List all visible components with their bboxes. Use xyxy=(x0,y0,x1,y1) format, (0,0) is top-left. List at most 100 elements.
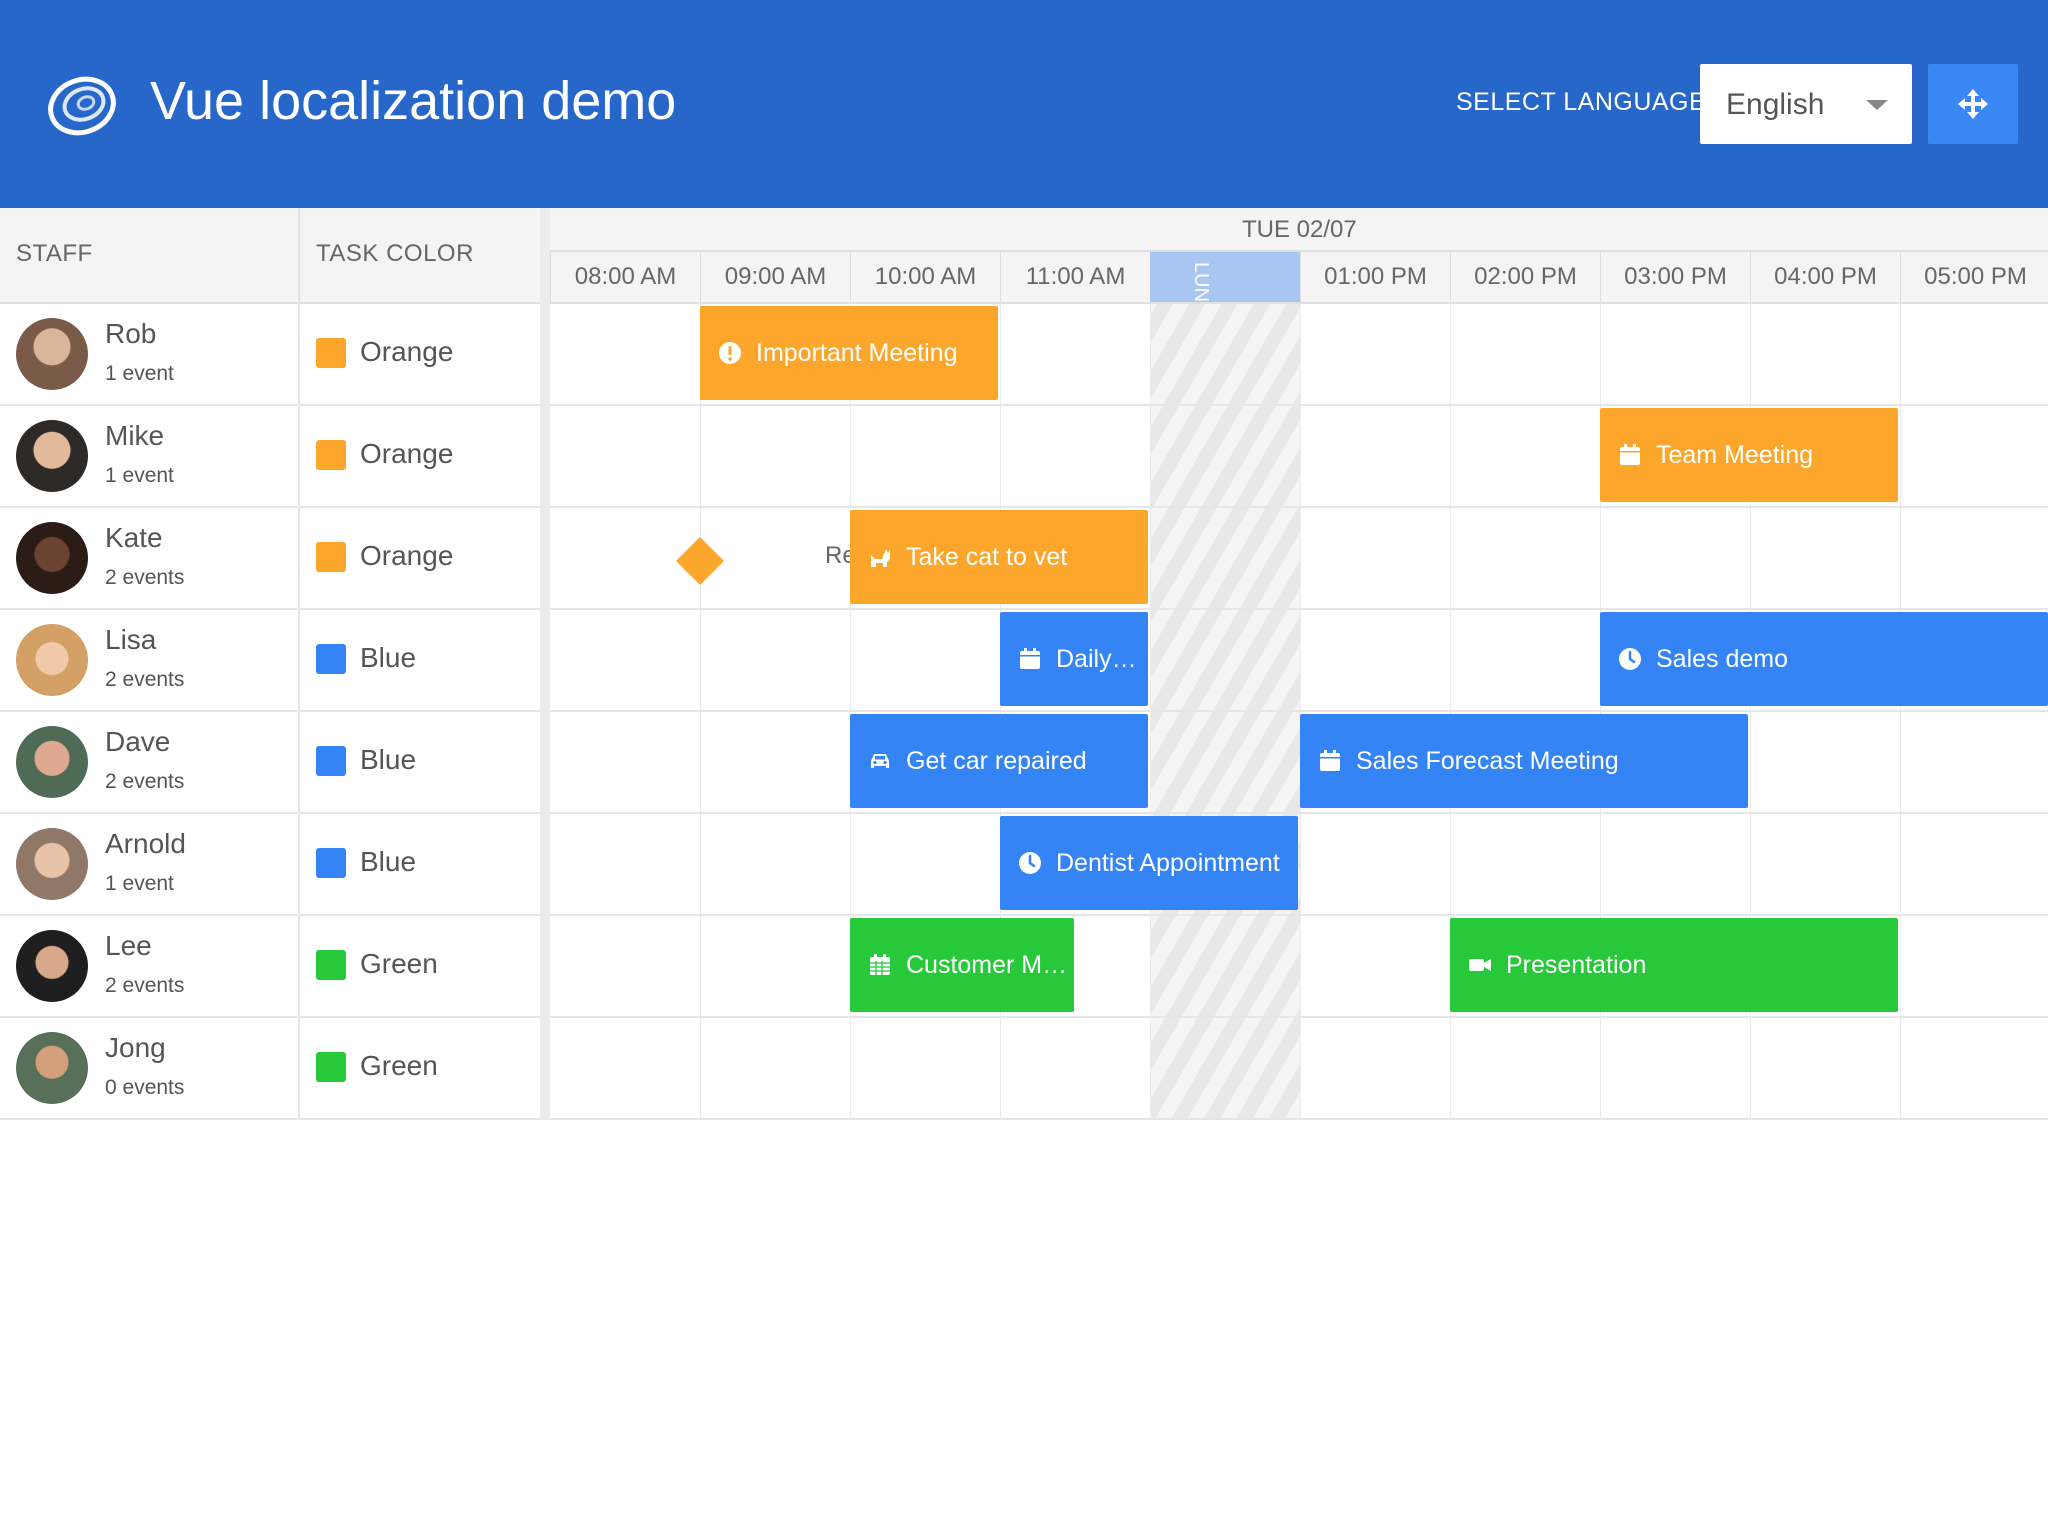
app-header: Vue localization demo SELECT LANGUAGE En… xyxy=(0,0,2048,208)
staff-event-count: 2 events xyxy=(105,770,185,793)
clock-icon xyxy=(1019,852,1041,874)
cat-icon xyxy=(871,549,890,567)
event-sales-forecast-meeting[interactable]: Sales Forecast Meeting xyxy=(1300,714,1748,808)
car-icon xyxy=(871,754,889,768)
app-title: Vue localization demo xyxy=(150,71,677,131)
avatar xyxy=(16,624,88,696)
staff-name: Jong xyxy=(105,1032,166,1063)
staff-event-count: 2 events xyxy=(105,668,185,691)
staff-row[interactable]: Mike 1 event Orange xyxy=(0,406,540,508)
drag-button[interactable] xyxy=(1928,64,2018,144)
event-team-meeting[interactable]: Team Meeting xyxy=(1600,408,1898,502)
language-label: SELECT LANGUAGE xyxy=(1456,88,1707,116)
hour-cell: 09:00 AM xyxy=(700,252,850,302)
column-divider xyxy=(298,610,300,710)
empty-area xyxy=(0,1120,2048,1536)
calendar-grid-icon xyxy=(870,954,890,975)
calendar-icon xyxy=(1020,648,1040,669)
task-color-name: Orange xyxy=(360,336,454,367)
event-label: Get car repaired xyxy=(906,747,1087,775)
event-label: Customer M… xyxy=(906,951,1068,979)
exclamation-circle-icon xyxy=(719,342,741,364)
column-divider xyxy=(298,916,300,1016)
staff-row[interactable]: Rob 1 event Orange xyxy=(0,304,540,406)
staff-row[interactable]: Jong 0 events Green xyxy=(0,1018,540,1120)
column-header-staff[interactable]: STAFF xyxy=(16,240,93,268)
spiral-logo-icon xyxy=(48,76,116,136)
staff-event-count: 1 event xyxy=(105,464,174,487)
event-label: Take cat to vet xyxy=(906,543,1068,571)
staff-row[interactable]: Lisa 2 events Blue xyxy=(0,610,540,712)
staff-name: Dave xyxy=(105,726,171,757)
hour-cell: 03:00 PM xyxy=(1600,252,1750,302)
hour-cell: 08:00 AM xyxy=(550,252,700,302)
hour-cell: 04:00 PM xyxy=(1750,252,1900,302)
calendar-icon xyxy=(1620,444,1640,465)
language-value: English xyxy=(1726,88,1825,121)
color-swatch xyxy=(316,542,346,572)
language-select[interactable]: English xyxy=(1700,64,1912,144)
event-customer-meeting[interactable]: Customer M… xyxy=(850,918,1074,1012)
schedule-row xyxy=(550,1018,2048,1120)
staff-event-count: 2 events xyxy=(105,974,185,997)
color-swatch xyxy=(316,950,346,980)
event-sales-demo[interactable]: Sales demo xyxy=(1600,612,2048,706)
task-color-name: Blue xyxy=(360,846,417,877)
event-dentist-appointment[interactable]: Dentist Appointment xyxy=(1000,816,1298,910)
event-label: Daily… xyxy=(1056,645,1137,673)
timeline-header: TUE 02/07 08:00 AM 09:00 AM 10:00 AM 11:… xyxy=(550,208,2048,304)
task-color-name: Blue xyxy=(360,642,417,673)
color-swatch xyxy=(316,746,346,776)
staff-event-count: 2 events xyxy=(105,566,185,589)
staff-name: Mike xyxy=(105,420,165,451)
avatar xyxy=(16,726,88,798)
column-divider xyxy=(298,208,300,302)
locked-columns-header: STAFF TASK COLOR xyxy=(0,208,540,304)
move-icon xyxy=(1958,89,1988,119)
task-color-name: Green xyxy=(360,1050,438,1081)
staff-name: Arnold xyxy=(105,828,186,859)
color-swatch xyxy=(316,644,346,674)
staff-name: Kate xyxy=(105,522,163,553)
staff-row[interactable]: Dave 2 events Blue xyxy=(0,712,540,814)
avatar xyxy=(16,522,88,594)
chevron-down-icon[interactable] xyxy=(1866,100,1888,110)
color-swatch xyxy=(316,848,346,878)
staff-row[interactable]: Arnold 1 event Blue xyxy=(0,814,540,916)
lunch-label: LUNC xyxy=(1190,262,1212,302)
column-header-task-color[interactable]: TASK COLOR xyxy=(316,240,474,268)
column-divider xyxy=(298,814,300,914)
event-presentation[interactable]: Presentation xyxy=(1450,918,1898,1012)
avatar xyxy=(16,930,88,1002)
task-color-name: Blue xyxy=(360,744,417,775)
calendar-icon xyxy=(1320,750,1340,771)
staff-name: Rob xyxy=(105,318,157,349)
task-color-name: Orange xyxy=(360,540,454,571)
avatar xyxy=(16,420,88,492)
column-divider xyxy=(298,406,300,506)
event-label: Sales demo xyxy=(1656,645,1789,673)
avatar xyxy=(16,828,88,900)
lunch-header: LUNC xyxy=(1150,252,1300,302)
staff-row[interactable]: Kate 2 events Orange xyxy=(0,508,540,610)
color-swatch xyxy=(316,338,346,368)
splitter[interactable] xyxy=(540,208,550,1120)
event-label: Presentation xyxy=(1506,951,1647,979)
column-divider xyxy=(298,304,300,404)
date-label: TUE 02/07 xyxy=(1242,216,1357,243)
task-color-name: Orange xyxy=(360,438,454,469)
staff-name: Lee xyxy=(105,930,152,961)
video-icon xyxy=(1469,959,1491,971)
schedule-area[interactable]: Important Meeting Team Meeting Re Take c… xyxy=(550,304,2048,1120)
event-take-cat-to-vet[interactable]: Take cat to vet xyxy=(850,510,1148,604)
staff-event-count: 1 event xyxy=(105,872,174,895)
color-swatch xyxy=(316,440,346,470)
event-get-car-repaired[interactable]: Get car repaired xyxy=(850,714,1148,808)
hour-cell: 11:00 AM xyxy=(1000,252,1150,302)
color-swatch xyxy=(316,1052,346,1082)
hour-cell: 10:00 AM xyxy=(850,252,1000,302)
hour-cell: 02:00 PM xyxy=(1450,252,1600,302)
staff-row[interactable]: Lee 2 events Green xyxy=(0,916,540,1018)
event-daily[interactable]: Daily… xyxy=(1000,612,1148,706)
event-important-meeting[interactable]: Important Meeting xyxy=(700,306,998,400)
